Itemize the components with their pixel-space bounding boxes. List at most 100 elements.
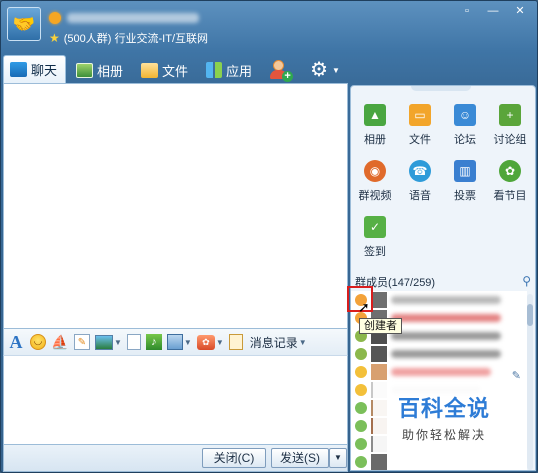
app-label: 群视频 <box>358 190 392 202</box>
member-name-blurred <box>391 332 501 340</box>
app-forum[interactable]: ☺ 论坛 <box>443 104 487 154</box>
app-show[interactable]: ✿ 看节目 <box>488 160 532 210</box>
emoji-icon[interactable]: ◡ <box>30 334 46 350</box>
apps-icon <box>206 62 223 78</box>
app-voice[interactable]: ☎ 语音 <box>398 160 442 210</box>
gift-icon[interactable]: ✿ <box>196 334 215 350</box>
member-name-blurred <box>391 314 501 322</box>
message-input[interactable] <box>3 355 348 445</box>
app-label: 语音 <box>409 190 431 202</box>
status-icon <box>49 12 61 24</box>
cursor-icon: ➚ <box>358 299 370 315</box>
panel-handle[interactable] <box>411 86 471 91</box>
font-icon[interactable]: A <box>7 332 25 352</box>
chat-window: 🤝 ★ (500人群) 行业交流-IT/互联网 ▫ — ✕ 聊天 相册 文件 应… <box>0 0 538 473</box>
member-icon <box>355 348 367 360</box>
member-list-scrollbar[interactable] <box>527 294 533 470</box>
close-button[interactable]: 关闭(C) <box>202 448 266 468</box>
member-icon <box>355 402 367 414</box>
minimize-button[interactable]: — <box>481 3 505 19</box>
add-member-button[interactable]: + <box>264 57 300 83</box>
chevron-down-icon[interactable]: ▼ <box>216 338 224 347</box>
star-icon: ★ <box>49 31 60 45</box>
add-member-icon: + <box>270 59 294 82</box>
member-name-blurred <box>391 350 501 358</box>
app-files[interactable]: ▭ 文件 <box>398 104 442 154</box>
image-icon[interactable] <box>95 334 113 350</box>
tab-label: 相册 <box>97 63 124 79</box>
tab-chat[interactable]: 聊天 <box>3 55 67 83</box>
folder-icon: ▭ <box>409 104 431 126</box>
list-item[interactable] <box>351 363 527 381</box>
member-icon <box>355 420 367 432</box>
history-icon <box>228 334 243 350</box>
members-header: 群成员(147/259) ⚲ <box>355 274 533 290</box>
chevron-down-icon[interactable]: ▼ <box>299 338 307 347</box>
app-checkin[interactable]: ✓ 签到 <box>353 216 397 266</box>
app-label: 论坛 <box>454 134 476 146</box>
note-icon[interactable]: ✎ <box>74 334 90 350</box>
list-item[interactable] <box>351 453 527 470</box>
app-label: 相册 <box>364 134 386 146</box>
watermark-title: 百科全说 <box>397 396 490 421</box>
scrollbar-thumb[interactable] <box>527 304 533 326</box>
app-label: 讨论组 <box>493 134 527 146</box>
app-vote[interactable]: ▥ 投票 <box>443 160 487 210</box>
app-label: 签到 <box>364 246 386 258</box>
watermark-subtitle: 助你轻松解决 <box>401 428 486 442</box>
window-controls: ▫ — ✕ <box>455 3 533 19</box>
send-options-button[interactable]: ▼ <box>329 448 347 468</box>
list-item[interactable] <box>351 345 527 363</box>
settings-button[interactable]: ⚙ ▼ <box>304 57 348 83</box>
shake-icon[interactable]: ⛵ <box>51 333 69 351</box>
tab-album[interactable]: 相册 <box>70 57 131 83</box>
tab-bar: 聊天 相册 文件 应用 + ⚙ ▼ <box>3 55 352 83</box>
send-button[interactable]: 发送(S) <box>271 448 329 468</box>
tooltip: 创建者 <box>359 318 402 334</box>
app-label: 投票 <box>454 190 476 202</box>
chevron-down-icon[interactable]: ▼ <box>184 338 192 347</box>
member-icon <box>355 366 367 378</box>
watermark: 百科全说 助你轻松解决 <box>373 382 515 452</box>
chevron-down-icon: ▼ <box>332 65 340 75</box>
message-history[interactable] <box>3 83 348 329</box>
show-icon: ✿ <box>499 160 521 182</box>
folder-icon <box>141 62 159 78</box>
app-group-video[interactable]: ◉ 群视频 <box>353 160 397 210</box>
group-logo-icon: 🤝 <box>7 7 41 41</box>
editor-toolbar: A ◡ ⛵ ✎ ▼ ♪ ▼ ✿ ▼ 消息记录 ▼ <box>3 329 348 355</box>
music-icon[interactable]: ♪ <box>145 334 162 350</box>
tab-apps[interactable]: 应用 <box>200 57 260 83</box>
chat-icon <box>10 62 27 77</box>
album-icon: ▲ <box>364 104 386 126</box>
restore-button[interactable]: ▫ <box>455 3 479 19</box>
search-icon[interactable]: ⚲ <box>522 274 531 288</box>
vote-icon: ▥ <box>454 160 476 182</box>
history-button[interactable]: 消息记录 <box>250 334 298 351</box>
app-album[interactable]: ▲ 相册 <box>353 104 397 154</box>
member-name-blurred <box>391 368 491 376</box>
chevron-down-icon[interactable]: ▼ <box>114 338 122 347</box>
gear-icon: ⚙ <box>310 59 328 81</box>
document-icon[interactable] <box>126 334 141 350</box>
member-name-blurred <box>391 296 501 304</box>
group-description-text: (500人群) 行业交流-IT/互联网 <box>63 33 208 45</box>
bottom-bar: 关闭(C) 发送(S) ▼ <box>3 445 348 472</box>
discussion-icon: + <box>499 104 521 126</box>
app-discussion[interactable]: + 讨论组 <box>488 104 532 154</box>
list-item[interactable] <box>351 291 527 309</box>
edit-icon[interactable]: ✎ <box>512 369 521 382</box>
app-label: 文件 <box>409 134 431 146</box>
album-icon <box>76 62 94 78</box>
tab-files[interactable]: 文件 <box>135 57 196 83</box>
group-description: ★ (500人群) 行业交流-IT/互联网 <box>49 31 208 45</box>
tab-label: 应用 <box>226 63 253 79</box>
member-icon <box>355 456 367 468</box>
avatar <box>371 292 387 308</box>
member-icon <box>355 438 367 450</box>
avatar <box>371 454 387 470</box>
close-window-button[interactable]: ✕ <box>507 3 533 19</box>
screenshot-icon[interactable] <box>166 334 183 350</box>
checkin-icon: ✓ <box>364 216 386 238</box>
app-label: 看节目 <box>493 190 527 202</box>
